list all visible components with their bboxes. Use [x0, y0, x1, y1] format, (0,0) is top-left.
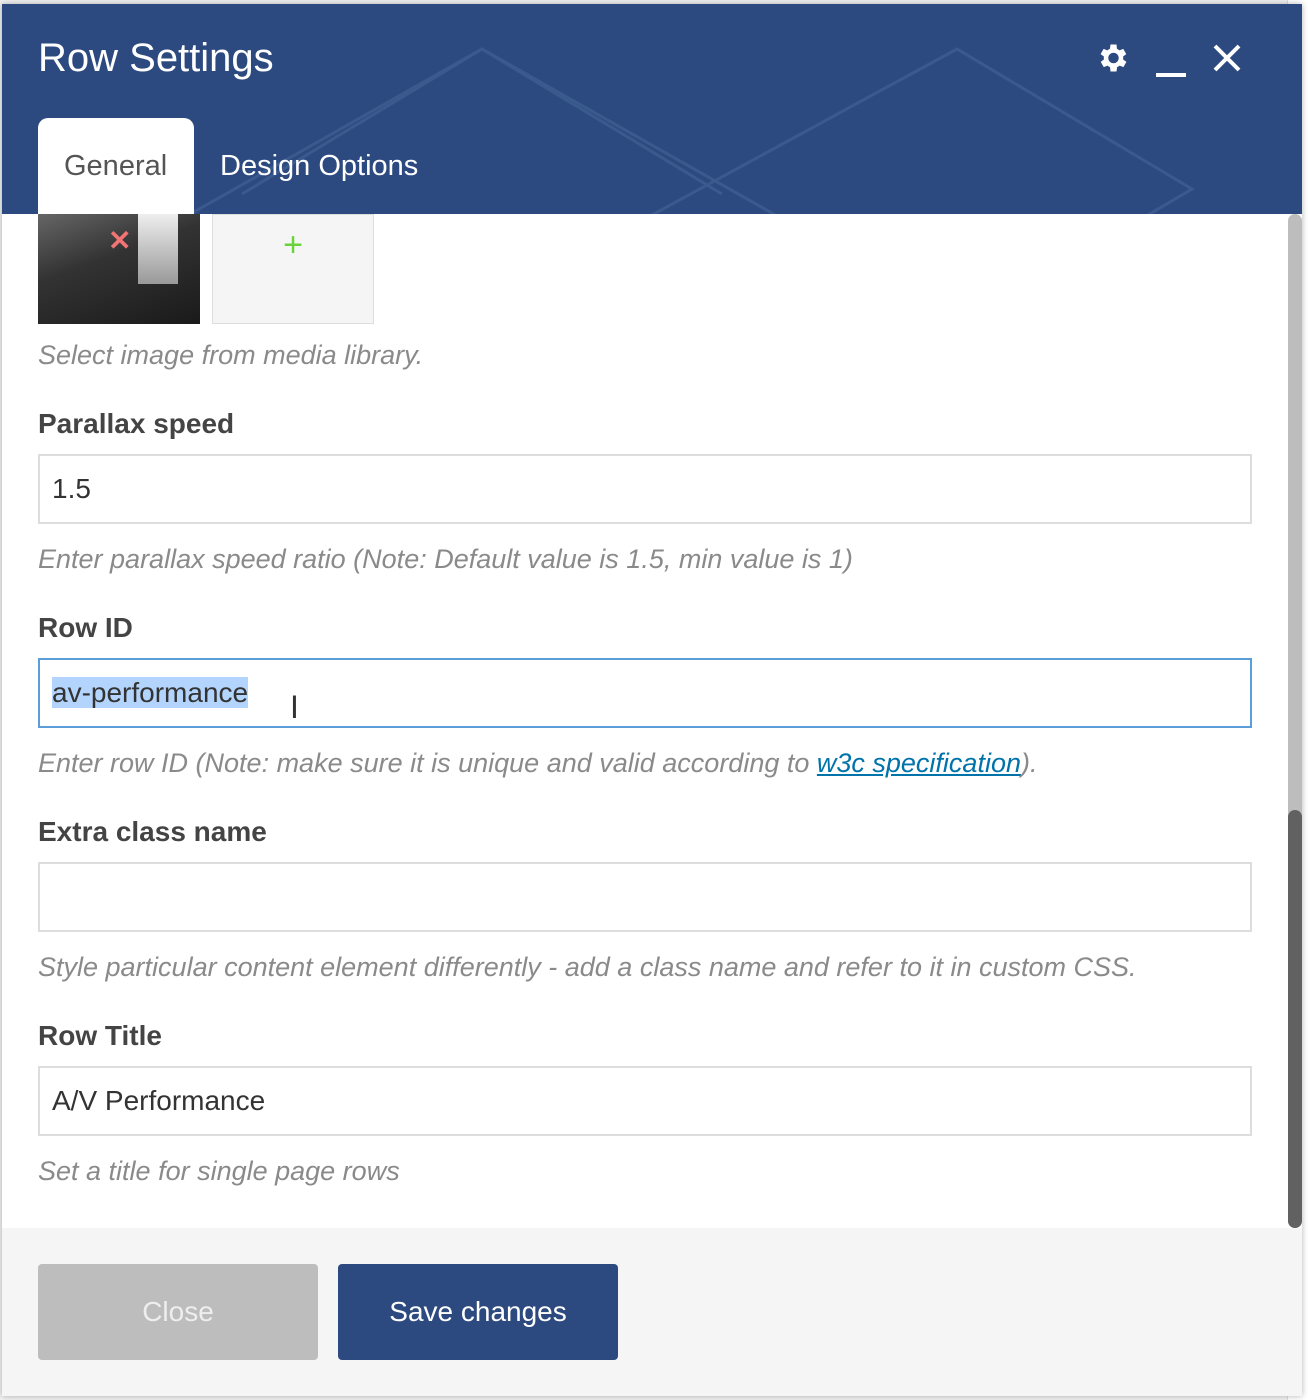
- modal-content: ✕ + Select image from media library. Par…: [2, 214, 1288, 1228]
- add-image-button[interactable]: +: [212, 214, 374, 324]
- row-id-label: Row ID: [38, 612, 133, 643]
- scrollbar-thumb[interactable]: [1288, 810, 1302, 1228]
- parallax-speed-help: Enter parallax speed ratio (Note: Defaul…: [38, 544, 853, 574]
- close-icon[interactable]: [1212, 43, 1242, 78]
- row-id-value: av-performance: [52, 677, 249, 708]
- w3c-specification-link[interactable]: w3c specification: [817, 748, 1021, 778]
- modal-footer: Close Save changes: [2, 1228, 1302, 1396]
- plus-icon: +: [283, 226, 303, 264]
- image-help-text: Select image from media library.: [38, 340, 424, 370]
- parallax-speed-input[interactable]: 1.5: [38, 454, 1252, 524]
- tab-general[interactable]: General: [38, 118, 194, 214]
- text-cursor-icon: I: [290, 689, 299, 725]
- minimize-icon[interactable]: [1156, 72, 1186, 77]
- row-title-input[interactable]: A/V Performance: [38, 1066, 1252, 1136]
- save-changes-button[interactable]: Save changes: [338, 1264, 618, 1360]
- extra-class-help: Style particular content element differe…: [38, 952, 1137, 982]
- selected-image-thumbnail[interactable]: ✕: [38, 214, 200, 324]
- tab-design-options[interactable]: Design Options: [194, 118, 444, 214]
- modal-title: Row Settings: [38, 36, 274, 80]
- row-title-help: Set a title for single page rows: [38, 1156, 400, 1186]
- extra-class-label: Extra class name: [38, 816, 267, 847]
- close-button[interactable]: Close: [38, 1264, 318, 1360]
- remove-image-icon[interactable]: ✕: [108, 224, 131, 257]
- row-id-help: Enter row ID (Note: make sure it is uniq…: [38, 748, 1038, 778]
- modal-header: Row Settings General Design Options: [2, 4, 1302, 214]
- extra-class-input[interactable]: [38, 862, 1252, 932]
- row-settings-modal: Row Settings General Design Options ✕ + …: [2, 4, 1302, 1396]
- gear-icon[interactable]: [1094, 40, 1130, 81]
- row-id-input[interactable]: av-performance I: [38, 658, 1252, 728]
- row-title-label: Row Title: [38, 1020, 162, 1051]
- parallax-speed-label: Parallax speed: [38, 408, 235, 439]
